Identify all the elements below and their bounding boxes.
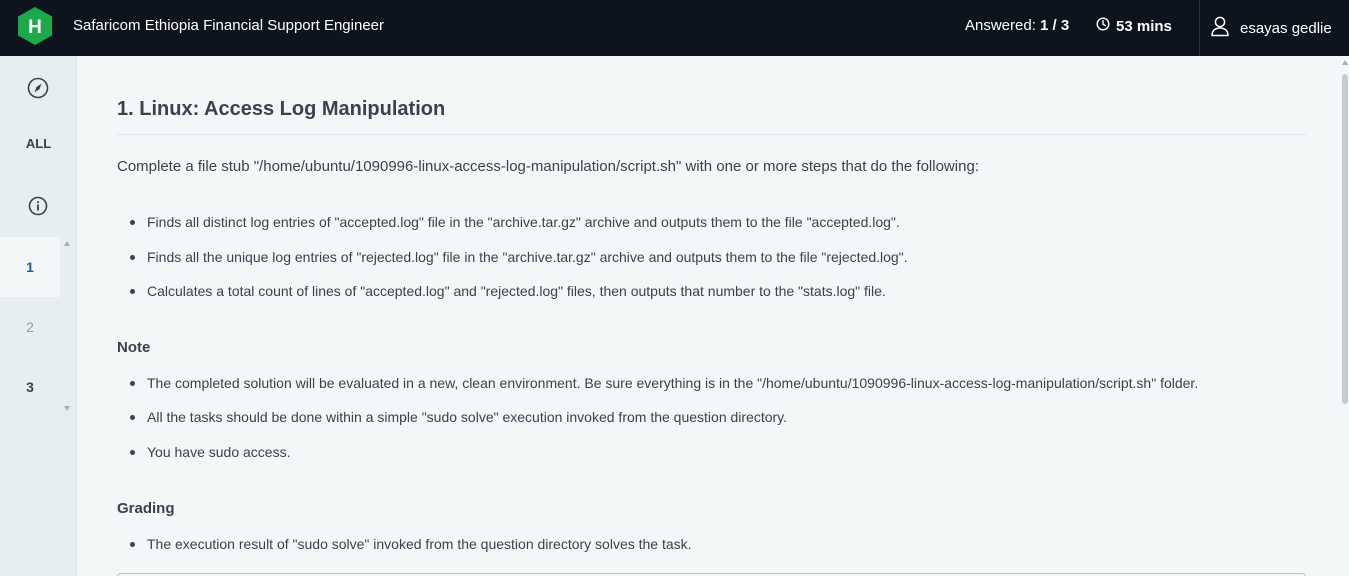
question-nav-3[interactable]: 3	[0, 357, 60, 417]
scroll-down-arrow-icon[interactable]	[64, 406, 70, 411]
step-item: Finds all distinct log entries of "accep…	[130, 214, 900, 230]
grading-heading: Grading	[117, 500, 175, 517]
title-divider	[117, 134, 1306, 135]
page-scrollbar[interactable]	[1341, 56, 1349, 576]
clock-icon	[1096, 17, 1110, 35]
info-icon[interactable]	[27, 195, 49, 217]
question-nav-1[interactable]: 1	[0, 237, 60, 297]
top-bar: H Safaricom Ethiopia Financial Support E…	[0, 0, 1349, 56]
question-list-scrollbar[interactable]	[61, 237, 75, 417]
step-item: Calculates a total count of lines of "ac…	[130, 283, 886, 299]
note-item: You have sudo access.	[129, 444, 291, 460]
scroll-up-arrow-icon[interactable]	[1342, 60, 1348, 65]
question-nav-2[interactable]: 2	[0, 297, 60, 357]
question-sidebar: ALL 1 2 3	[0, 56, 77, 576]
user-name: esayas gedlie	[1240, 19, 1332, 37]
svg-text:H: H	[28, 17, 42, 38]
timer: 53 mins	[1096, 17, 1172, 35]
note-item: All the tasks should be done within a si…	[129, 409, 788, 425]
user-menu[interactable]: esayas gedlie	[1210, 15, 1332, 41]
test-title: Safaricom Ethiopia Financial Support Eng…	[73, 17, 385, 34]
step-item: Finds all the unique log entries of "rej…	[130, 249, 908, 265]
all-questions-link[interactable]: ALL	[0, 136, 77, 151]
note-item: The completed solution will be evaluated…	[129, 375, 1199, 391]
hackerrank-logo-icon[interactable]: H	[16, 6, 54, 46]
scrollbar-thumb[interactable]	[1342, 74, 1348, 404]
question-panel: 1. Linux: Access Log Manipulation Comple…	[78, 56, 1341, 576]
scroll-up-arrow-icon[interactable]	[64, 241, 70, 246]
grading-item: The execution result of "sudo solve" inv…	[130, 536, 692, 552]
answered-count: 1 / 3	[1040, 17, 1070, 34]
note-heading: Note	[117, 339, 151, 356]
compass-icon[interactable]	[27, 77, 49, 99]
time-remaining: 53 mins	[1116, 17, 1172, 35]
answered-status: Answered: 1 / 3	[965, 17, 1069, 34]
question-title: 1. Linux: Access Log Manipulation	[117, 98, 446, 120]
question-intro: Complete a file stub "/home/ubuntu/10909…	[117, 158, 979, 175]
header-divider	[1199, 0, 1200, 56]
answered-label: Answered:	[965, 17, 1036, 34]
user-icon	[1210, 15, 1230, 41]
